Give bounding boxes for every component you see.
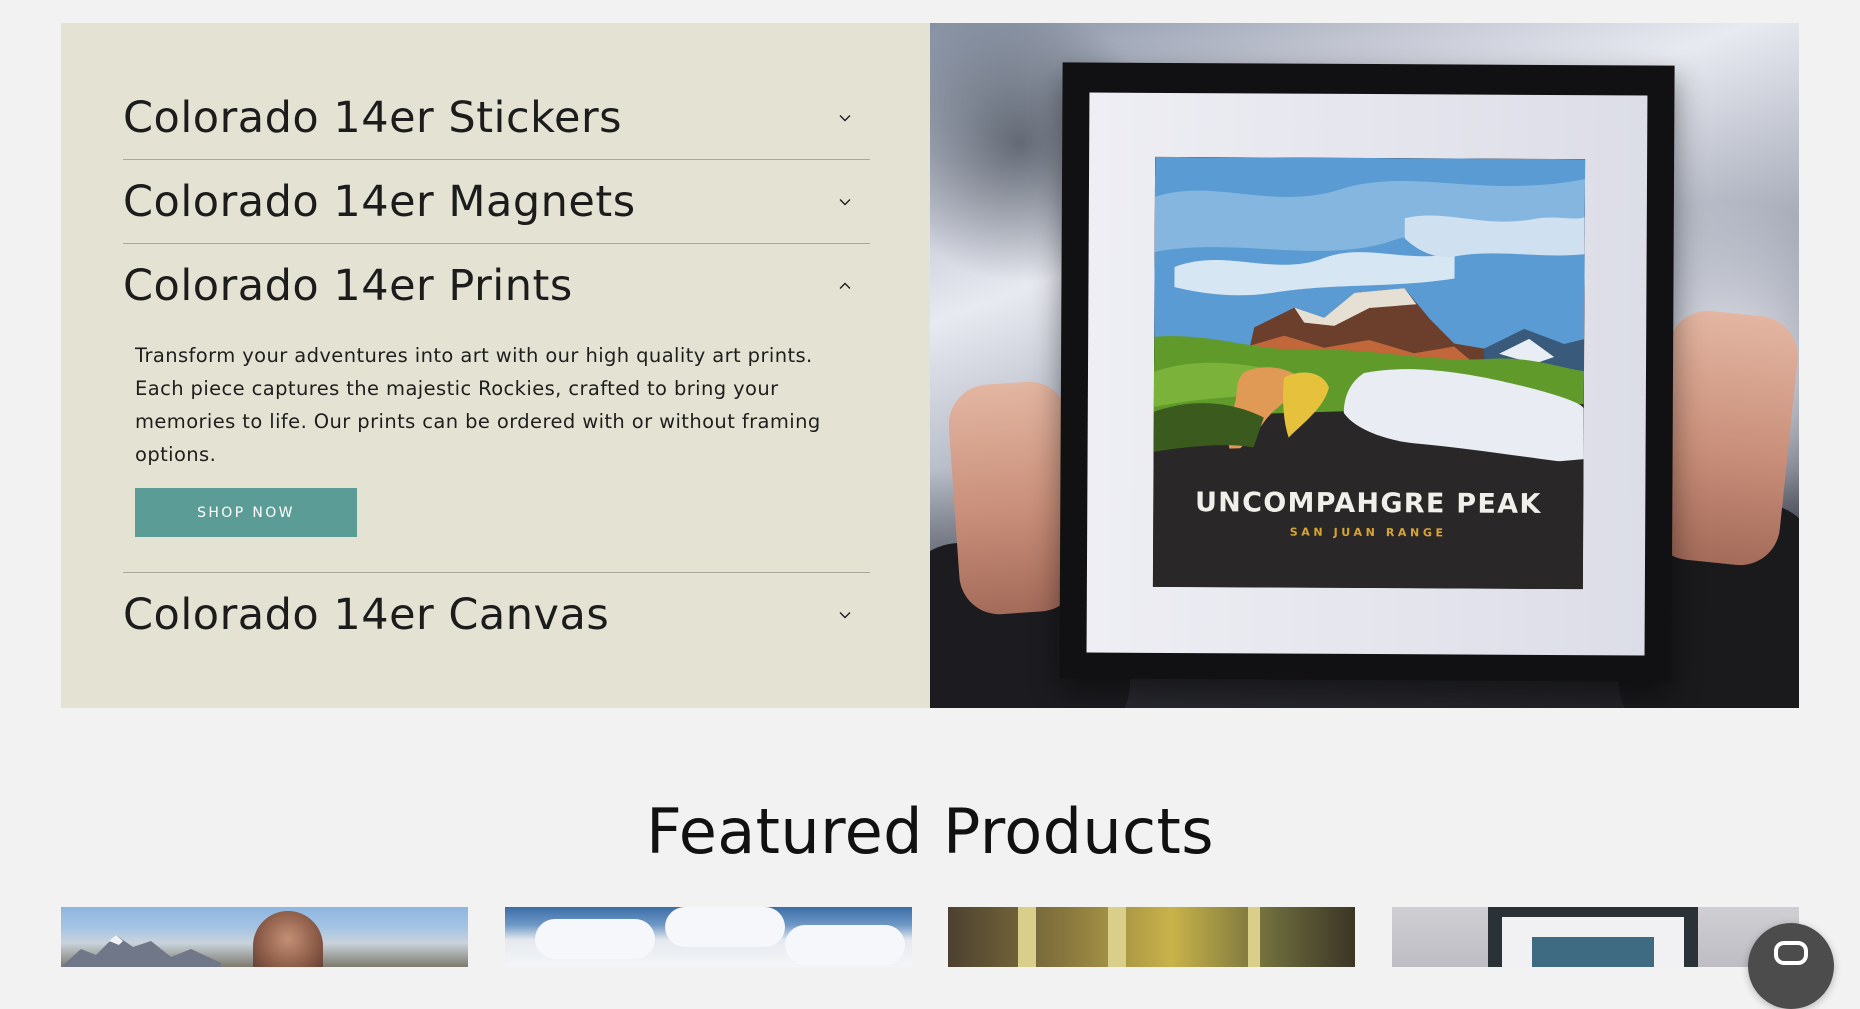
picture-frame: UNCOMPAHGRE PEAK SAN JUAN RANGE bbox=[1059, 62, 1675, 682]
accordion-title: Colorado 14er Stickers bbox=[123, 92, 623, 143]
chat-icon[interactable] bbox=[1748, 923, 1834, 1009]
product-image-cloud bbox=[665, 907, 785, 947]
product-card-4[interactable] bbox=[1392, 907, 1799, 967]
product-image-mountains bbox=[61, 935, 221, 967]
accordion-body-prints: Transform your adventures into art with … bbox=[123, 327, 870, 572]
chat-bubble-glyph bbox=[1774, 941, 1808, 965]
shop-now-button[interactable]: SHOP NOW bbox=[135, 488, 357, 537]
accordion-item-stickers: Colorado 14er Stickers bbox=[123, 76, 870, 160]
accordion-item-prints: Colorado 14er Prints Transform your adve… bbox=[123, 244, 870, 573]
chevron-down-icon[interactable] bbox=[832, 189, 858, 215]
product-image-cloud bbox=[535, 919, 655, 959]
chevron-down-icon[interactable] bbox=[832, 602, 858, 628]
collections-accordion: Colorado 14er Stickers Colorado 14er Mag… bbox=[123, 76, 870, 656]
product-image-aspen-trunk bbox=[1108, 907, 1126, 967]
accordion-title: Colorado 14er Magnets bbox=[123, 176, 636, 227]
product-card-1[interactable] bbox=[61, 907, 468, 967]
accordion-header-prints[interactable]: Colorado 14er Prints bbox=[123, 244, 870, 327]
accordion-header-magnets[interactable]: Colorado 14er Magnets bbox=[123, 160, 870, 243]
mountain-print-artwork: UNCOMPAHGRE PEAK SAN JUAN RANGE bbox=[1152, 156, 1586, 590]
product-card-3[interactable] bbox=[948, 907, 1355, 967]
print-title: UNCOMPAHGRE PEAK bbox=[1194, 487, 1542, 520]
accordion-item-magnets: Colorado 14er Magnets bbox=[123, 160, 870, 244]
accordion-header-stickers[interactable]: Colorado 14er Stickers bbox=[123, 76, 870, 159]
product-image-aspen-trunk bbox=[1248, 907, 1260, 967]
collapsible-content-panel: Colorado 14er Stickers Colorado 14er Mag… bbox=[61, 23, 930, 708]
accordion-header-canvas[interactable]: Colorado 14er Canvas bbox=[123, 573, 870, 656]
chevron-down-icon[interactable] bbox=[832, 105, 858, 131]
product-image-cloud bbox=[785, 925, 905, 965]
accordion-title: Colorado 14er Canvas bbox=[123, 589, 610, 640]
print-subtitle: SAN JUAN RANGE bbox=[1289, 525, 1447, 540]
frame-mat: UNCOMPAHGRE PEAK SAN JUAN RANGE bbox=[1086, 92, 1648, 656]
chevron-up-icon[interactable] bbox=[832, 273, 858, 299]
product-image-person bbox=[253, 911, 323, 967]
accordion-title: Colorado 14er Prints bbox=[123, 260, 573, 311]
product-image-art bbox=[1532, 937, 1654, 967]
featured-products-heading: Featured Products bbox=[646, 795, 1214, 868]
accordion-item-canvas: Colorado 14er Canvas bbox=[123, 573, 870, 656]
product-image-aspen-trunk bbox=[1018, 907, 1036, 967]
hero-photo-framed-print: UNCOMPAHGRE PEAK SAN JUAN RANGE bbox=[930, 23, 1799, 708]
prints-description: Transform your adventures into art with … bbox=[135, 344, 821, 466]
product-card-2[interactable] bbox=[505, 907, 912, 967]
collection-list-section: Colorado 14er Stickers Colorado 14er Mag… bbox=[61, 23, 1799, 708]
